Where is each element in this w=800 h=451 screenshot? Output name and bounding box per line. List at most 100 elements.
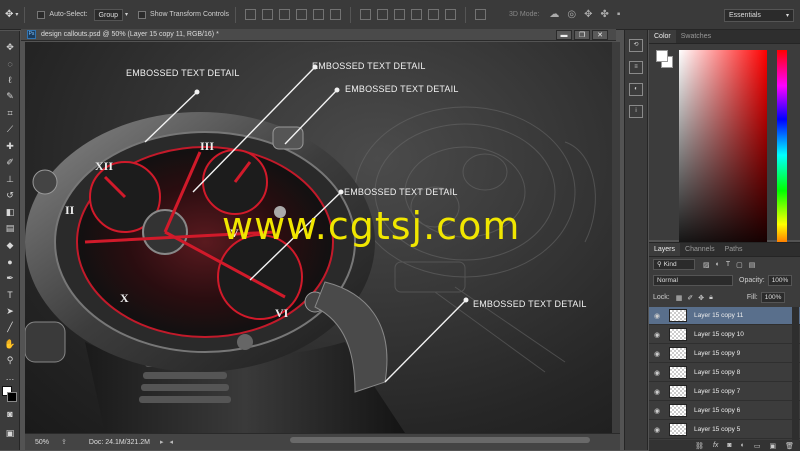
3d-pan-icon[interactable]: ✥ [584, 9, 592, 20]
eye-icon[interactable]: ◉ [649, 407, 665, 415]
align-top-icon[interactable] [245, 9, 257, 20]
minimize-button[interactable]: ▬ [556, 30, 572, 40]
zoom-tool-icon[interactable]: ⚲ [0, 353, 20, 370]
distribute-hcenter-icon[interactable] [428, 9, 440, 20]
type-tool-icon[interactable]: T [0, 287, 20, 304]
scroll-left-icon[interactable]: ◂ [170, 438, 174, 446]
add-mask-icon[interactable]: ◙ [727, 442, 731, 449]
hue-slider[interactable] [777, 50, 787, 260]
eye-icon[interactable]: ◉ [649, 350, 665, 358]
3d-slide-icon[interactable]: ✤ [601, 9, 609, 20]
distribute-left-icon[interactable] [411, 9, 423, 20]
align-left-icon[interactable] [296, 9, 308, 20]
lasso-tool-icon[interactable]: ℓ [0, 72, 20, 89]
3d-scale-icon[interactable]: ▪ [617, 9, 621, 20]
new-layer-icon[interactable]: ▣ [769, 442, 776, 450]
auto-align-icon[interactable] [475, 9, 487, 20]
eye-icon[interactable]: ◉ [649, 388, 665, 396]
layer-row[interactable]: ◉ Layer 15 copy 8 [649, 364, 800, 382]
transform-controls-checkbox[interactable]: Show Transform Controls [138, 10, 229, 19]
tab-layers[interactable]: Layers [649, 243, 681, 256]
restore-button[interactable]: ❐ [574, 30, 590, 40]
blur-tool-icon[interactable]: ◆ [0, 237, 20, 254]
eye-icon[interactable]: ◉ [649, 312, 665, 320]
history-panel-icon[interactable]: ⟲ [629, 39, 643, 52]
workspace-dropdown[interactable]: Essentials ▾ [724, 9, 794, 22]
layer-row[interactable]: ◉ Layer 15 copy 7 [649, 383, 800, 401]
marquee-tool-icon[interactable]: ◌ [0, 56, 20, 73]
fx-icon[interactable]: fx [713, 442, 718, 449]
layer-row[interactable]: ◉ Layer 15 copy 9 [649, 345, 800, 363]
distribute-vcenter-icon[interactable] [377, 9, 389, 20]
lock-transparency-icon[interactable]: ▦ [676, 294, 683, 302]
share-icon[interactable]: ⇪ [61, 438, 67, 446]
filter-pixel-icon[interactable]: ▨ [703, 261, 710, 269]
filter-kind-dropdown[interactable]: ⚲ Kind [653, 259, 695, 270]
filter-adjust-icon[interactable]: ◐ [716, 261, 720, 268]
blend-mode-dropdown[interactable]: Normal [653, 275, 733, 286]
horizontal-scrollbar[interactable] [290, 437, 590, 443]
eraser-tool-icon[interactable]: ◧ [0, 204, 20, 221]
tab-color[interactable]: Color [649, 30, 676, 43]
quick-select-tool-icon[interactable]: ✎ [0, 89, 20, 106]
crop-tool-icon[interactable]: ⌗ [0, 105, 20, 122]
align-bottom-icon[interactable] [279, 9, 291, 20]
layer-row[interactable]: ◉ Layer 15 copy 5 [649, 421, 800, 439]
distribute-top-icon[interactable] [360, 9, 372, 20]
line-tool-icon[interactable]: ╱ [0, 320, 20, 337]
auto-select-dropdown[interactable]: Group ▾ [93, 8, 128, 21]
doc-size[interactable]: Doc: 24.1M/321.2M [89, 439, 150, 446]
tab-channels[interactable]: Channels [680, 243, 720, 256]
foreground-color-chip[interactable] [656, 50, 668, 62]
info-panel-icon[interactable]: i [629, 105, 643, 118]
color-spectrum-field[interactable] [679, 50, 767, 260]
align-vcenter-icon[interactable] [262, 9, 274, 20]
tab-paths[interactable]: Paths [720, 243, 748, 256]
eyedropper-tool-icon[interactable]: ⟋ [0, 122, 20, 139]
pen-tool-icon[interactable]: ✒ [0, 270, 20, 287]
path-select-tool-icon[interactable]: ➤ [0, 303, 20, 320]
layers-scrollbar[interactable] [792, 307, 799, 440]
3d-rotate-icon[interactable]: ☁ [549, 9, 559, 20]
zoom-level[interactable]: 50% [35, 439, 49, 446]
filter-type-icon[interactable]: T [726, 261, 730, 268]
layer-row[interactable]: ◉ Layer 15 copy 11 [649, 307, 800, 325]
eye-icon[interactable]: ◉ [649, 426, 665, 434]
move-tool-icon[interactable]: ✥ [0, 39, 20, 56]
link-layers-icon[interactable]: ⛓ [695, 442, 704, 450]
filter-smart-icon[interactable]: ▤ [749, 261, 756, 269]
filter-shape-icon[interactable]: ▢ [736, 261, 743, 269]
close-button[interactable]: ✕ [592, 30, 608, 40]
auto-select-checkbox[interactable]: Auto-Select: [37, 10, 88, 19]
checkbox-box[interactable] [37, 10, 46, 19]
dodge-tool-icon[interactable]: ● [0, 254, 20, 271]
align-hcenter-icon[interactable] [313, 9, 325, 20]
background-color-swatch[interactable] [7, 392, 17, 402]
adjustment-layer-icon[interactable]: ◐ [741, 442, 745, 449]
checkbox-box[interactable] [138, 10, 147, 19]
tab-swatches[interactable]: Swatches [676, 30, 716, 43]
trash-icon[interactable]: 🗑︎ [785, 442, 794, 450]
3d-roll-icon[interactable]: ◎ [567, 9, 576, 20]
screen-mode-icon[interactable]: ▣ [0, 425, 20, 442]
chevron-right-icon[interactable]: ▸ [160, 438, 164, 446]
document-tab[interactable]: Ps design callouts.psd @ 50% (Layer 15 c… [21, 29, 616, 41]
opacity-field[interactable]: 100% [767, 275, 792, 286]
stamp-tool-icon[interactable]: ⊥ [0, 171, 20, 188]
distribute-bottom-icon[interactable] [394, 9, 406, 20]
eye-icon[interactable]: ◉ [649, 369, 665, 377]
lock-position-icon[interactable]: ✥ [698, 294, 704, 302]
lock-all-icon[interactable]: 🔒︎ [709, 294, 713, 302]
vertical-scrollbar[interactable] [612, 42, 620, 433]
align-right-icon[interactable] [330, 9, 342, 20]
layer-row[interactable]: ◉ Layer 15 copy 6 [649, 402, 800, 420]
eye-icon[interactable]: ◉ [649, 331, 665, 339]
brush-tool-icon[interactable]: ✐ [0, 155, 20, 172]
auto-select-value[interactable]: Group [93, 8, 124, 21]
gradient-tool-icon[interactable]: ▤ [0, 221, 20, 238]
layer-row[interactable]: ◉ Layer 15 copy 10 [649, 326, 800, 344]
distribute-right-icon[interactable] [445, 9, 457, 20]
lock-pixels-icon[interactable]: ✐ [687, 294, 693, 302]
more-tools-icon[interactable]: … [0, 369, 20, 386]
hand-tool-icon[interactable]: ✋ [0, 336, 20, 353]
